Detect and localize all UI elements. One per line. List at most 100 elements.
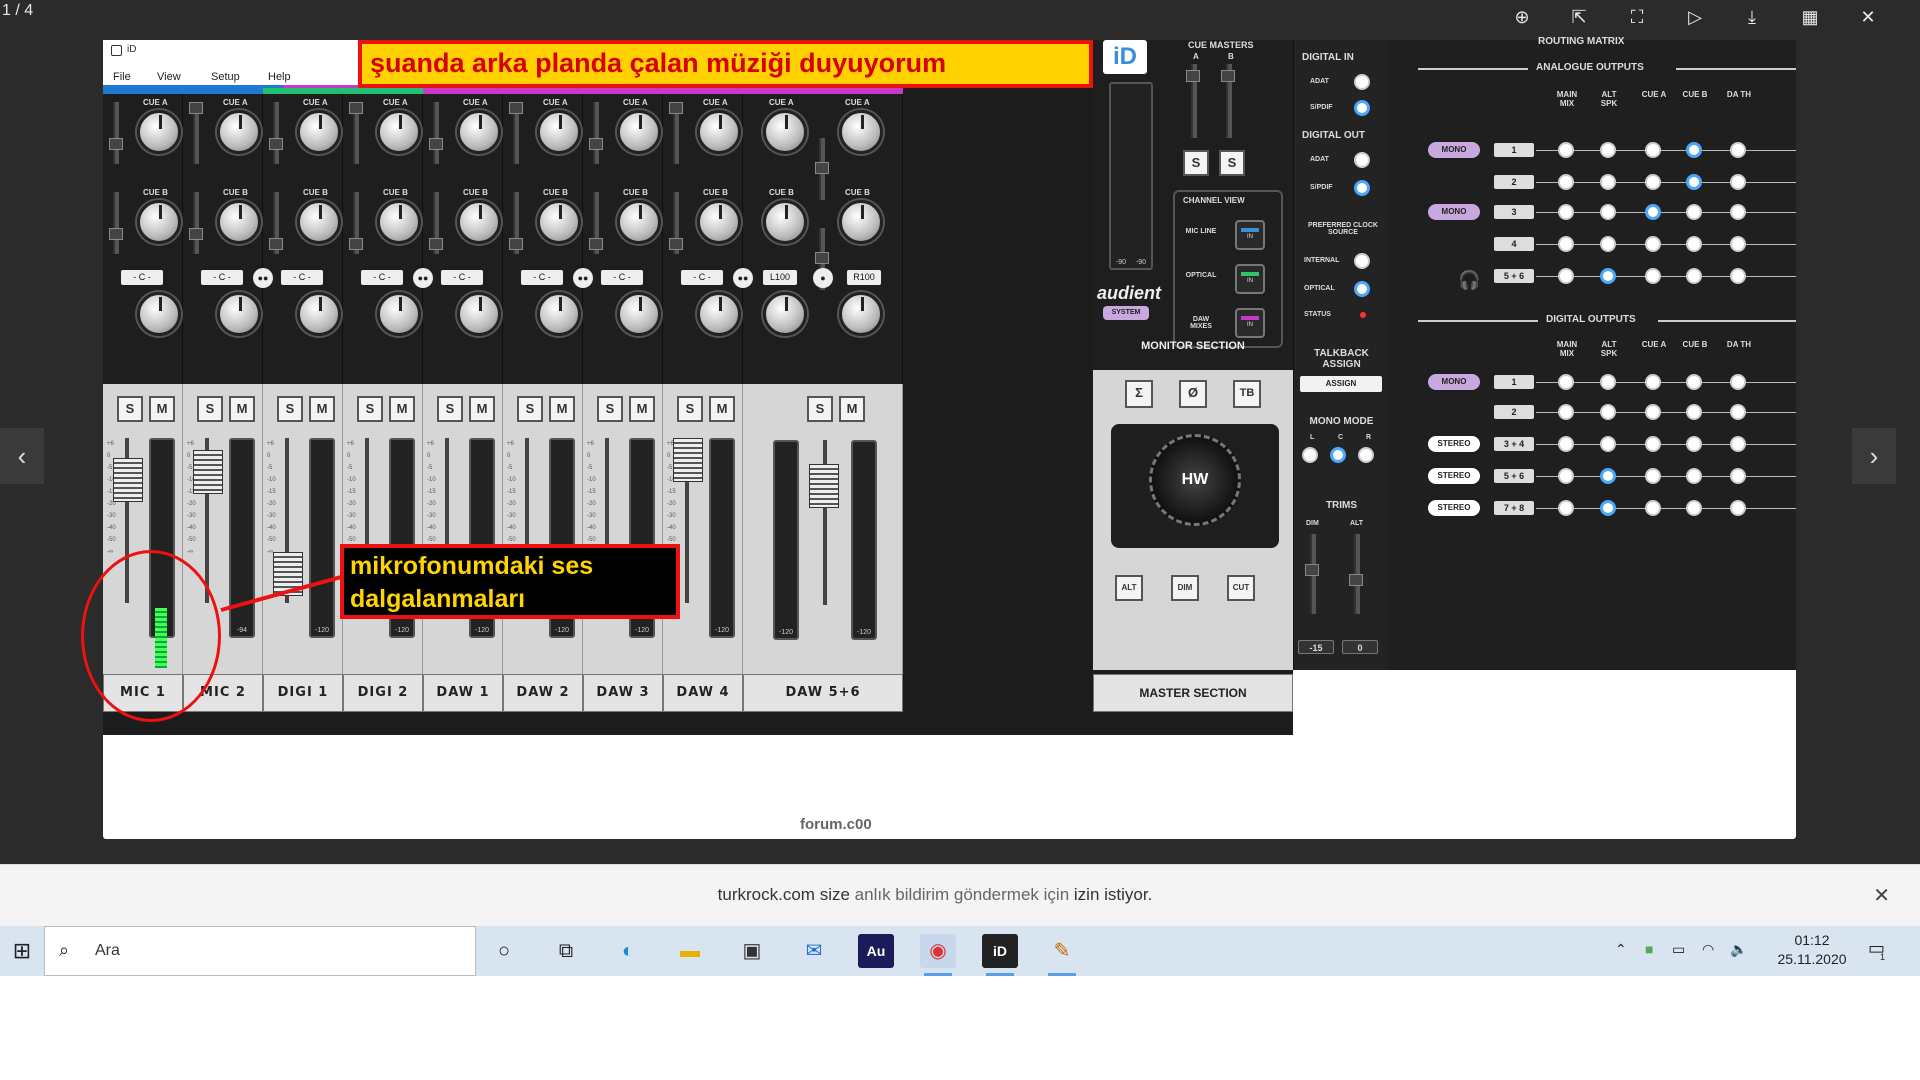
route-radio[interactable] [1645, 374, 1661, 390]
cue-b-knob[interactable] [697, 200, 741, 244]
cue-b-fader-cap[interactable] [429, 238, 443, 250]
route-radio[interactable] [1600, 374, 1616, 390]
cue-a-fader-cap[interactable] [109, 138, 123, 150]
mute-button[interactable]: M [229, 396, 255, 422]
pan-knob[interactable] [839, 292, 883, 336]
cue-b-knob[interactable] [217, 200, 261, 244]
menu-help[interactable]: Help [268, 71, 291, 83]
audition-icon[interactable]: Au [858, 934, 894, 968]
route-radio[interactable] [1730, 236, 1746, 252]
cue-master-a-solo[interactable]: S [1183, 150, 1209, 176]
trim-dim-cap[interactable] [1305, 564, 1319, 576]
route-radio[interactable] [1686, 142, 1702, 158]
mono-button[interactable]: MONO [1428, 142, 1480, 158]
solo-button[interactable]: S [277, 396, 303, 422]
cue-master-a-cap[interactable] [1186, 70, 1200, 82]
pan-knob[interactable] [137, 292, 181, 336]
mono-button[interactable]: MONO [1428, 374, 1480, 390]
route-radio[interactable] [1645, 142, 1661, 158]
solo-button[interactable]: S [357, 396, 383, 422]
system-button[interactable]: SYSTEM [1103, 306, 1149, 320]
route-radio[interactable] [1686, 174, 1702, 190]
notification-close-icon[interactable]: ✕ [1873, 883, 1890, 908]
route-radio[interactable] [1600, 174, 1616, 190]
cue-b-knob[interactable] [839, 200, 883, 244]
cue-a-knob[interactable] [297, 110, 341, 154]
cue-a-fader[interactable] [433, 102, 439, 164]
cue-a-fader-cap[interactable] [815, 162, 829, 174]
route-radio[interactable] [1645, 174, 1661, 190]
store-icon[interactable]: ▣ [734, 934, 770, 968]
route-radio[interactable] [1645, 500, 1661, 516]
route-radio[interactable] [1730, 268, 1746, 284]
cue-b-knob[interactable] [537, 200, 581, 244]
route-radio[interactable] [1730, 468, 1746, 484]
cue-a-knob[interactable] [377, 110, 421, 154]
route-radio[interactable] [1558, 436, 1574, 452]
fullscreen-icon[interactable]: ⛶ [1625, 5, 1649, 29]
mute-button[interactable]: M [469, 396, 495, 422]
channel-fader[interactable] [809, 464, 839, 508]
mute-button[interactable]: M [309, 396, 335, 422]
cue-a-fader[interactable] [273, 102, 279, 164]
mute-button[interactable]: M [709, 396, 735, 422]
cue-a-knob[interactable] [839, 110, 883, 154]
route-radio[interactable] [1686, 500, 1702, 516]
stereo-link-button[interactable]: ●● [253, 268, 273, 288]
task-view-icon[interactable]: ⧉ [548, 934, 584, 968]
mute-button[interactable]: M [629, 396, 655, 422]
edge-icon[interactable]: ◐ [610, 934, 646, 968]
cue-a-fader-cap[interactable] [269, 138, 283, 150]
cue-a-fader-cap[interactable] [669, 102, 683, 114]
route-radio[interactable] [1600, 436, 1616, 452]
route-radio[interactable] [1730, 500, 1746, 516]
solo-button[interactable]: S [117, 396, 143, 422]
stereo-link-button[interactable]: ●● [573, 268, 593, 288]
battery-icon[interactable]: ▭ [1672, 941, 1685, 958]
route-radio[interactable] [1558, 268, 1574, 284]
route-radio[interactable] [1600, 500, 1616, 516]
pan-knob[interactable] [537, 292, 581, 336]
route-radio[interactable] [1600, 268, 1616, 284]
hw-volume-knob[interactable]: HW [1149, 434, 1241, 526]
nvidia-icon[interactable]: ■ [1645, 941, 1653, 957]
cue-b-fader[interactable] [193, 192, 199, 254]
cue-b-knob[interactable] [763, 200, 807, 244]
route-radio[interactable] [1686, 468, 1702, 484]
route-radio[interactable] [1686, 374, 1702, 390]
cue-a-knob[interactable] [217, 110, 261, 154]
channel-view-button[interactable]: IN [1235, 308, 1265, 338]
route-radio[interactable] [1686, 236, 1702, 252]
mute-button[interactable]: M [149, 396, 175, 422]
cut-button[interactable]: CUT [1227, 575, 1255, 601]
zoom-in-icon[interactable]: ⊕ [1510, 5, 1534, 29]
channel-fader[interactable] [193, 450, 223, 494]
phase-button[interactable]: Ø [1179, 380, 1207, 408]
trim-alt-value[interactable]: 0 [1342, 640, 1378, 654]
route-radio[interactable] [1600, 468, 1616, 484]
route-radio[interactable] [1600, 404, 1616, 420]
menu-view[interactable]: View [157, 71, 181, 83]
pan-knob[interactable] [763, 292, 807, 336]
route-radio[interactable] [1730, 142, 1746, 158]
route-radio[interactable] [1558, 374, 1574, 390]
grid-view-icon[interactable]: ▦ [1798, 5, 1822, 29]
mono-l-radio[interactable] [1302, 447, 1318, 463]
chrome-icon[interactable]: ◉ [920, 934, 956, 976]
pan-knob[interactable] [697, 292, 741, 336]
cue-b-fader-cap[interactable] [669, 238, 683, 250]
cue-b-fader-cap[interactable] [589, 238, 603, 250]
cue-master-b-solo[interactable]: S [1219, 150, 1245, 176]
dim-button[interactable]: DIM [1171, 575, 1199, 601]
route-radio[interactable] [1558, 236, 1574, 252]
paint-icon[interactable]: ✎ [1044, 934, 1080, 976]
cue-a-knob[interactable] [537, 110, 581, 154]
route-radio[interactable] [1645, 436, 1661, 452]
solo-button[interactable]: S [197, 396, 223, 422]
route-radio[interactable] [1558, 500, 1574, 516]
close-icon[interactable]: ✕ [1856, 5, 1880, 29]
cue-b-fader-cap[interactable] [269, 238, 283, 250]
tray-chevron-icon[interactable]: ⌃ [1615, 941, 1627, 958]
stereo-button[interactable]: STEREO [1428, 500, 1480, 516]
mono-c-radio[interactable] [1330, 447, 1346, 463]
